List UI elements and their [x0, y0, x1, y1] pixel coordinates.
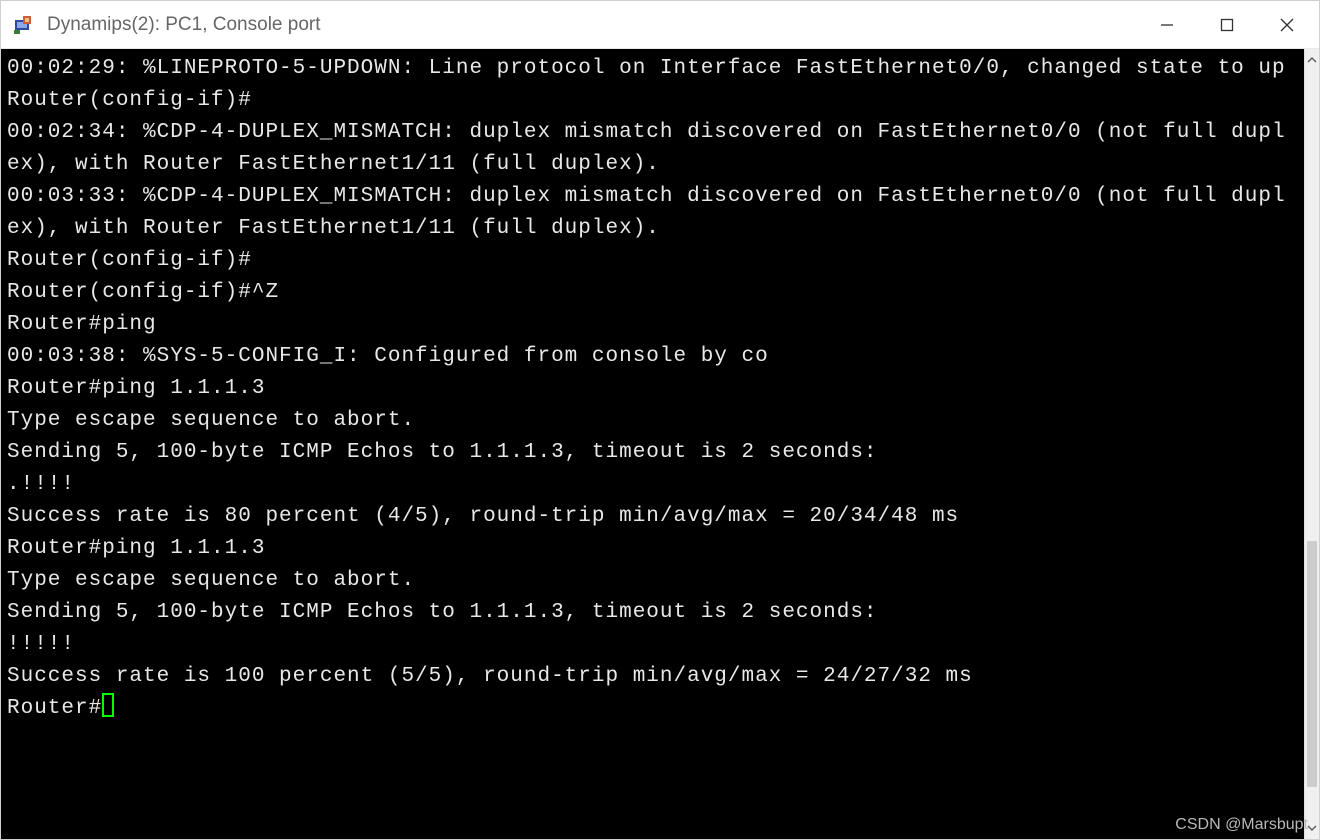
terminal-line: Router(config-if)#^Z: [7, 277, 1298, 309]
title-bar[interactable]: Dynamips(2): PC1, Console port: [1, 1, 1319, 49]
terminal-line: Type escape sequence to abort.: [7, 565, 1298, 597]
terminal-line: Router(config-if)#: [7, 245, 1298, 277]
terminal-line: .!!!!: [7, 469, 1298, 501]
terminal-prompt-line: Router#: [7, 693, 1298, 725]
window-title: Dynamips(2): PC1, Console port: [47, 14, 321, 36]
terminal-line: Success rate is 100 percent (5/5), round…: [7, 661, 1298, 693]
terminal-line: 00:03:33: %CDP-4-DUPLEX_MISMATCH: duplex…: [7, 181, 1298, 245]
terminal-line: Router(config-if)#: [7, 85, 1298, 117]
terminal-line: 00:02:34: %CDP-4-DUPLEX_MISMATCH: duplex…: [7, 117, 1298, 181]
minimize-icon: [1160, 18, 1174, 32]
chevron-down-icon: [1306, 822, 1318, 834]
terminal-cursor: [102, 693, 114, 717]
terminal-line: !!!!!: [7, 629, 1298, 661]
terminal-prompt: Router#: [7, 697, 102, 720]
close-button[interactable]: [1257, 1, 1317, 49]
close-icon: [1280, 18, 1294, 32]
terminal-line: Sending 5, 100-byte ICMP Echos to 1.1.1.…: [7, 597, 1298, 629]
terminal-line: Sending 5, 100-byte ICMP Echos to 1.1.1.…: [7, 437, 1298, 469]
terminal-line: Router#ping 1.1.1.3: [7, 373, 1298, 405]
maximize-icon: [1220, 18, 1234, 32]
chevron-up-icon: [1306, 54, 1318, 66]
vertical-scrollbar[interactable]: [1304, 49, 1319, 839]
terminal-line: Router#ping 1.1.1.3: [7, 533, 1298, 565]
terminal-output[interactable]: 00:02:29: %LINEPROTO-5-UPDOWN: Line prot…: [1, 49, 1304, 839]
terminal-line: Success rate is 80 percent (4/5), round-…: [7, 501, 1298, 533]
terminal-line: 00:02:29: %LINEPROTO-5-UPDOWN: Line prot…: [7, 53, 1298, 85]
content-area: 00:02:29: %LINEPROTO-5-UPDOWN: Line prot…: [1, 49, 1319, 839]
minimize-button[interactable]: [1137, 1, 1197, 49]
terminal-line: 00:03:38: %SYS-5-CONFIG_I: Configured fr…: [7, 341, 1298, 373]
scroll-up-button[interactable]: [1305, 49, 1319, 71]
scrollbar-track[interactable]: [1305, 71, 1319, 817]
terminal-line: Type escape sequence to abort.: [7, 405, 1298, 437]
maximize-button[interactable]: [1197, 1, 1257, 49]
scrollbar-thumb[interactable]: [1307, 541, 1317, 787]
terminal-line: Router#ping: [7, 309, 1298, 341]
app-icon: [11, 12, 37, 38]
scroll-down-button[interactable]: [1305, 817, 1319, 839]
app-window: Dynamips(2): PC1, Console port 00:02:29:…: [0, 0, 1320, 840]
